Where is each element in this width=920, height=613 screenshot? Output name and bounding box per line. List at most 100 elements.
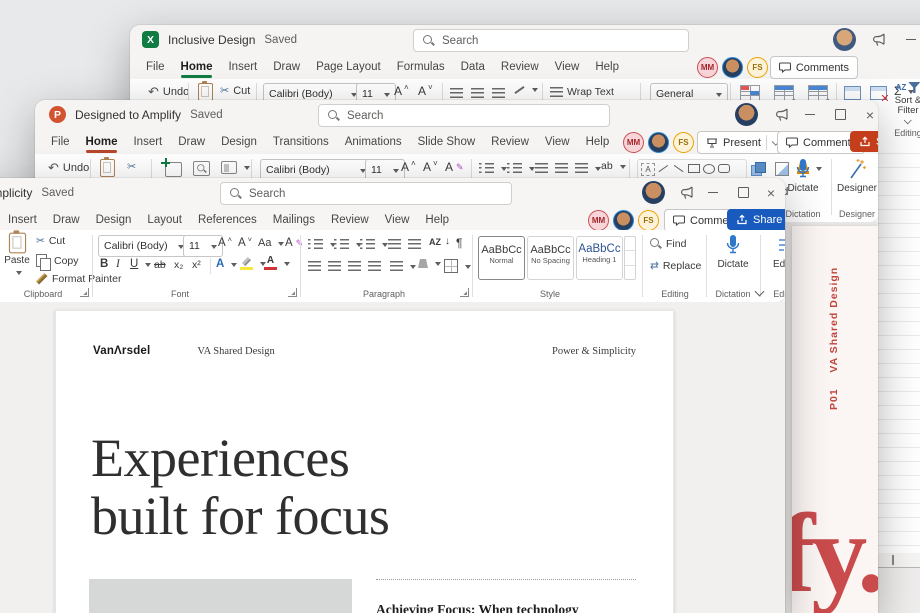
line-shape-icon[interactable] xyxy=(671,162,686,175)
powerpoint-line-spacing-button[interactable] xyxy=(575,163,601,173)
word-share-button[interactable]: Share xyxy=(727,209,785,230)
powerpoint-increase-indent-button[interactable] xyxy=(555,163,568,173)
font-dialog-launcher[interactable] xyxy=(288,288,297,297)
coming-soon-megaphone-icon[interactable] xyxy=(872,33,888,47)
word-numbering-button[interactable] xyxy=(334,239,362,249)
word-text-effects-button[interactable]: A xyxy=(216,258,237,270)
excel-minimize-button[interactable] xyxy=(898,25,920,54)
word-dictate-button[interactable]: Dictate xyxy=(712,234,754,270)
powerpoint-tab-insert[interactable]: Insert xyxy=(125,129,170,154)
powerpoint-cut-button[interactable]: ✂ xyxy=(127,160,136,173)
excel-tab-formulas[interactable]: Formulas xyxy=(389,54,453,79)
powerpoint-arrange-button[interactable] xyxy=(751,162,764,175)
powerpoint-search-input[interactable]: Search xyxy=(318,104,610,127)
word-tab-view[interactable]: View xyxy=(377,207,418,232)
word-multilevel-list-button[interactable] xyxy=(360,239,388,249)
powerpoint-clear-formatting-button[interactable]: A✎ xyxy=(445,160,464,174)
word-tab-help[interactable]: Help xyxy=(417,207,457,232)
word-replace-button[interactable]: ⇄ Replace xyxy=(650,260,701,272)
word-tab-layout[interactable]: Layout xyxy=(139,207,190,232)
excel-grow-font-button[interactable]: A˄ xyxy=(394,84,409,98)
powerpoint-minimize-button[interactable] xyxy=(797,100,823,129)
powerpoint-shrink-font-button[interactable]: A˅ xyxy=(423,160,438,174)
excel-comments-button[interactable]: Comments xyxy=(770,56,858,79)
excel-align-middle-button[interactable] xyxy=(471,88,484,98)
excel-cut-button[interactable]: ✂ Cut xyxy=(220,84,250,97)
presence-avatar-fs[interactable]: FS xyxy=(638,210,659,231)
word-style-no-spacing[interactable]: AaBbCc No Spacing xyxy=(527,236,574,280)
powerpoint-tab-file[interactable]: File xyxy=(43,129,78,154)
word-bullets-button[interactable] xyxy=(308,239,336,249)
excel-search-input[interactable]: Search xyxy=(413,29,689,52)
word-style-heading-1[interactable]: AaBbCc Heading 1 xyxy=(576,236,623,280)
word-shrink-font-button[interactable]: A˅ xyxy=(238,237,252,249)
excel-tab-insert[interactable]: Insert xyxy=(220,54,265,79)
word-align-center-button[interactable] xyxy=(328,261,341,271)
excel-tab-view[interactable]: View xyxy=(547,54,588,79)
excel-align-bottom-button[interactable] xyxy=(492,88,505,98)
word-tab-mailings[interactable]: Mailings xyxy=(265,207,323,232)
word-paste-button[interactable]: Paste xyxy=(2,234,32,276)
scrollbar-split-handle[interactable] xyxy=(892,555,894,565)
powerpoint-close-button[interactable]: × xyxy=(857,100,878,129)
clipboard-dialog-launcher[interactable] xyxy=(80,288,89,297)
document-image-placeholder[interactable] xyxy=(89,579,352,613)
word-tab-design[interactable]: Design xyxy=(88,207,140,232)
word-tab-insert[interactable]: Insert xyxy=(0,207,45,232)
word-cut-button[interactable]: ✂ Cut xyxy=(36,235,65,247)
powerpoint-paste-button[interactable] xyxy=(100,159,115,177)
presence-avatar-mm[interactable]: MM xyxy=(623,132,644,153)
text-box-shape-icon[interactable]: A xyxy=(641,163,655,176)
word-close-button[interactable]: × xyxy=(758,178,784,207)
word-find-button[interactable]: Find xyxy=(650,238,686,250)
word-highlight-button[interactable] xyxy=(240,257,266,270)
word-justify-button[interactable] xyxy=(368,261,381,271)
powerpoint-reuse-slides-button[interactable] xyxy=(193,161,210,176)
powerpoint-text-direction-button[interactable]: ab xyxy=(601,160,626,172)
rectangle-shape-icon[interactable] xyxy=(686,162,701,175)
coming-soon-megaphone-icon[interactable] xyxy=(680,186,696,200)
word-font-name-select[interactable]: Calibri (Body) xyxy=(98,235,190,257)
word-tab-draw[interactable]: Draw xyxy=(45,207,88,232)
excel-app-icon[interactable]: X xyxy=(142,31,159,48)
powerpoint-tab-transitions[interactable]: Transitions xyxy=(265,129,337,154)
word-borders-button[interactable] xyxy=(444,259,471,273)
word-underline-button[interactable]: U xyxy=(130,258,151,270)
presence-avatar-photo[interactable] xyxy=(722,57,743,78)
powerpoint-present-button[interactable]: Present xyxy=(697,131,786,154)
word-account-avatar[interactable] xyxy=(642,181,665,204)
oval-shape-icon[interactable] xyxy=(701,162,716,175)
excel-tab-help[interactable]: Help xyxy=(587,54,627,79)
excel-align-top-button[interactable] xyxy=(450,88,463,98)
word-styles-gallery-scroll[interactable] xyxy=(624,236,636,280)
excel-format-as-table-button[interactable] xyxy=(774,85,794,101)
word-tab-review[interactable]: Review xyxy=(323,207,377,232)
excel-cell-styles-button[interactable] xyxy=(808,85,828,101)
excel-tab-home[interactable]: Home xyxy=(173,54,221,79)
excel-tab-file[interactable]: File xyxy=(138,54,173,79)
presence-avatar-mm[interactable]: MM xyxy=(697,57,718,78)
word-search-input[interactable]: Search xyxy=(220,182,512,205)
word-increase-indent-button[interactable] xyxy=(408,239,421,249)
word-editor-button[interactable]: Editor xyxy=(766,234,785,270)
word-grow-font-button[interactable]: A˄ xyxy=(218,237,232,249)
word-style-normal[interactable]: AaBbCc Normal xyxy=(478,236,525,280)
word-decrease-indent-button[interactable] xyxy=(388,239,401,249)
powerpoint-slide-strip[interactable]: P01 VA Shared Design fy. xyxy=(792,226,878,613)
word-minimize-button[interactable] xyxy=(700,178,726,207)
word-change-case-button[interactable]: Aa xyxy=(258,237,284,249)
powerpoint-tab-view[interactable]: View xyxy=(537,129,578,154)
excel-wrap-text-button[interactable]: Wrap Text xyxy=(550,86,614,98)
presence-avatar-mm[interactable]: MM xyxy=(588,210,609,231)
word-document-page[interactable]: VanΛrsdel VA Shared Design Power & Simpl… xyxy=(55,310,674,613)
presence-avatar-fs[interactable]: FS xyxy=(673,132,694,153)
word-superscript-button[interactable]: x² xyxy=(192,259,201,271)
word-align-right-button[interactable] xyxy=(348,261,361,271)
powerpoint-bullets-button[interactable] xyxy=(479,163,507,173)
excel-undo-button[interactable]: ↶ Undo xyxy=(148,84,189,100)
powerpoint-numbering-button[interactable] xyxy=(507,163,535,173)
excel-orientation-button[interactable] xyxy=(514,86,538,93)
paragraph-dialog-launcher[interactable] xyxy=(460,288,469,297)
excel-shrink-font-button[interactable]: A˅ xyxy=(418,84,433,98)
coming-soon-megaphone-icon[interactable] xyxy=(775,108,791,122)
